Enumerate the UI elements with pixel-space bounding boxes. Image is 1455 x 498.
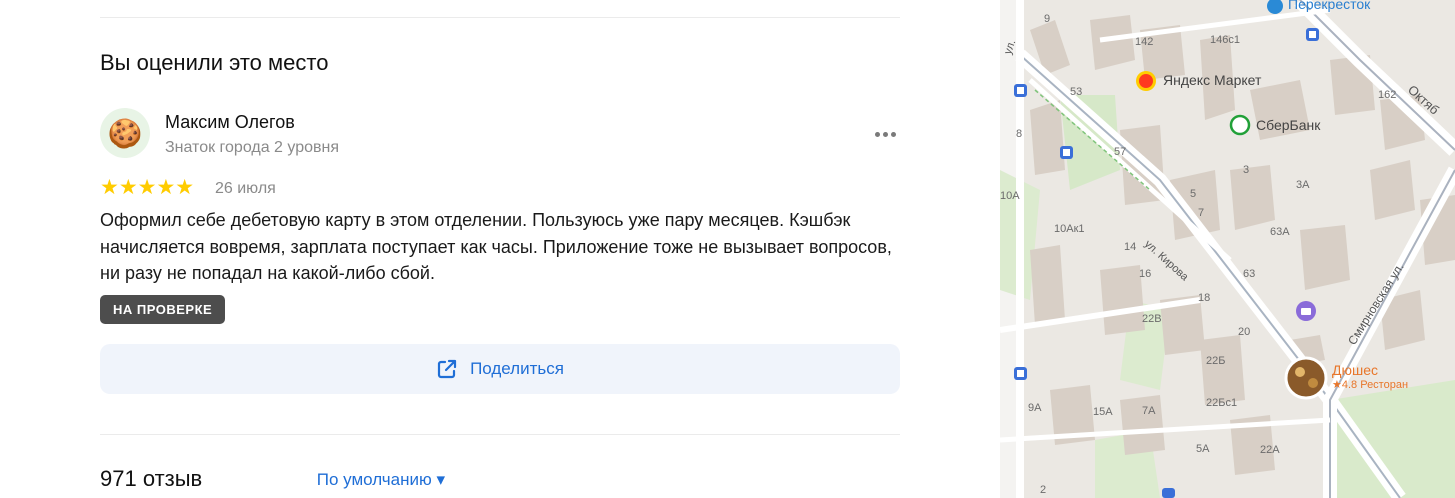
author-level: Знаток города 2 уровня: [165, 139, 340, 156]
house-number: 3: [1243, 164, 1250, 176]
poi-restaurant-name[interactable]: Дюшес: [1332, 362, 1378, 378]
dot-icon: [890, 131, 896, 137]
house-number: 16: [1139, 268, 1152, 280]
poi-perekrestok[interactable]: Перекресток: [1288, 0, 1370, 12]
house-number: 22В: [1142, 313, 1162, 325]
house-number: 22А: [1260, 444, 1280, 456]
dot-icon: [882, 131, 888, 137]
more-options-button[interactable]: [870, 122, 900, 146]
top-divider: [100, 17, 900, 18]
house-number: 7А: [1142, 405, 1156, 417]
house-number: 5А: [1196, 443, 1210, 455]
poi-sberbank[interactable]: СберБанк: [1256, 117, 1320, 133]
bottom-divider: [100, 434, 900, 435]
review-text: Оформил себе дебетовую карту в этом отде…: [100, 210, 892, 283]
share-icon: [437, 359, 457, 379]
dot-icon: [874, 131, 880, 137]
house-number: 20: [1238, 326, 1251, 338]
poi-restaurant-rating: ★4.8 Ресторан: [1332, 379, 1409, 391]
reviews-count: 971 отзыв: [100, 466, 203, 491]
house-number: 2: [1040, 484, 1047, 496]
house-number: 18: [1198, 292, 1211, 304]
house-number: 22Б: [1206, 355, 1226, 367]
house-number: 7: [1198, 207, 1205, 219]
house-number: 9А: [1028, 402, 1042, 414]
poi-yandex-market[interactable]: Яндекс Маркет: [1163, 72, 1261, 88]
house-number: 162: [1378, 89, 1397, 101]
house-number: 142: [1135, 36, 1154, 48]
house-number: 22Бс1: [1206, 397, 1238, 409]
house-number: 15А: [1093, 406, 1113, 418]
share-button[interactable]: Поделиться: [100, 344, 900, 394]
star-rating-icon: ★★★★★: [100, 176, 195, 199]
house-number: 10Ак1: [1054, 223, 1085, 235]
status-badge: НА ПРОВЕРКЕ: [100, 295, 226, 324]
section-title: Вы оценили это место: [100, 50, 329, 75]
house-number: 8: [1016, 128, 1023, 140]
review-panel: Вы оценили это место 🍪 Максим Олегов Зна…: [0, 0, 1000, 498]
sort-dropdown[interactable]: По умолчанию ▾: [317, 470, 445, 490]
house-number: 63А: [1270, 226, 1290, 238]
house-number: 57: [1114, 146, 1127, 158]
gingerbread-icon: 🍪: [107, 117, 143, 149]
house-number: 9: [1044, 13, 1051, 25]
house-number: 5: [1190, 188, 1197, 200]
house-number: 3А: [1296, 179, 1310, 191]
review-date: 26 июля: [215, 180, 276, 197]
author-name[interactable]: Максим Олегов: [165, 112, 295, 133]
avatar[interactable]: 🍪: [100, 108, 150, 158]
house-number: 63: [1243, 268, 1256, 280]
house-number: 146с1: [1210, 34, 1240, 46]
share-label: Поделиться: [470, 359, 564, 378]
map[interactable]: Перекресток Яндекс Маркет СберБанк Дюшес…: [1000, 0, 1455, 498]
house-number: 14: [1124, 241, 1137, 253]
house-number: 53: [1070, 86, 1083, 98]
house-number: 10А: [1000, 190, 1020, 202]
rating-stars: ★★★★★: [100, 176, 195, 199]
